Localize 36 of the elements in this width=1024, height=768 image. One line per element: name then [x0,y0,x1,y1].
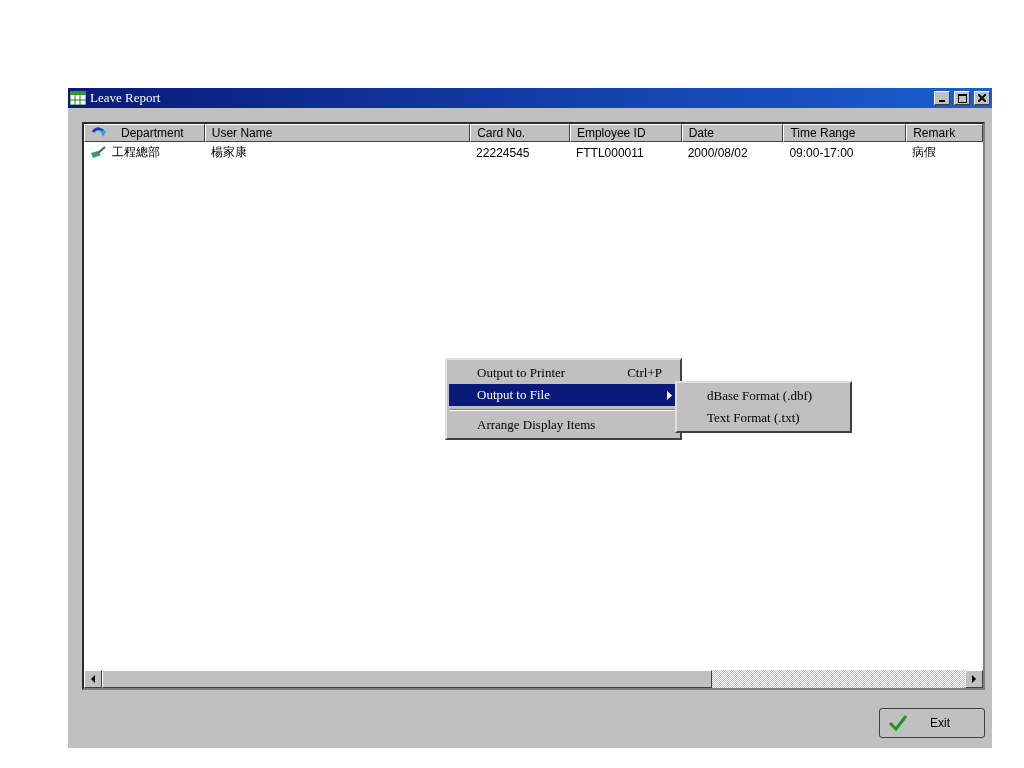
exit-button[interactable]: Exit [879,708,985,738]
column-header[interactable]: Remark [906,124,983,142]
menu-item[interactable]: Output to File [449,384,678,406]
menu-item[interactable]: Arrange Display Items [449,414,678,436]
close-button[interactable] [974,91,990,105]
table-icon [70,91,86,105]
horizontal-scrollbar[interactable] [84,670,983,688]
maximize-icon [957,93,967,103]
column-header[interactable]: Department [84,124,205,142]
table-cell: 22224545 [476,145,530,160]
close-icon [978,94,986,102]
menu-item[interactable]: dBase Format (.dbf) [679,385,848,407]
pen-icon [90,145,106,160]
column-header[interactable]: Employee ID [569,124,682,142]
scroll-thumb[interactable] [102,670,712,688]
table-cell: 楊家康 [210,144,247,161]
minimize-button[interactable] [934,91,950,105]
menu-item[interactable]: Output to Printer Ctrl+P [449,362,678,384]
checkmark-icon [888,714,908,732]
table-cell: 09:00-17:00 [789,145,854,160]
column-header[interactable]: Card No. [470,124,570,142]
table-cell: 工程總部 [112,144,160,161]
maximize-button[interactable] [954,91,970,105]
right-arrow-icon [971,675,977,683]
window-title: Leave Report [90,90,162,106]
column-header[interactable]: Date [681,124,784,142]
scroll-right-button[interactable] [965,670,983,688]
column-header[interactable]: User Name [204,124,471,142]
table-cell: 病假 [912,144,937,161]
submenu-arrow-icon [667,390,672,400]
left-arrow-icon [90,675,96,683]
table-cell: 2000/08/02 [687,145,748,160]
table-cell: FTTL000011 [575,145,644,160]
column-header[interactable]: Time Range [783,124,907,142]
menu-item[interactable]: Text Format (.txt) [679,407,848,429]
scroll-left-button[interactable] [84,670,102,688]
